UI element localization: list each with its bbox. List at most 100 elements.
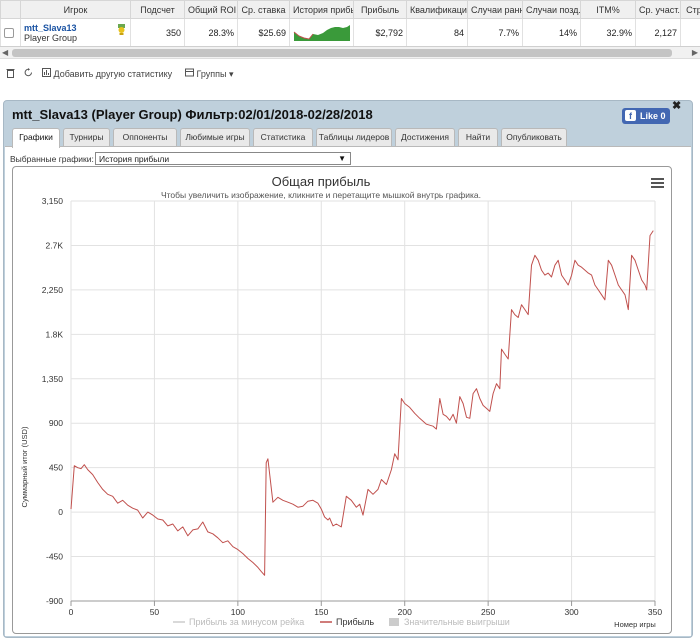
legend-item[interactable]: Значительные выигрыши <box>404 617 510 627</box>
qualification-cell: 84 <box>406 18 468 46</box>
like-label: Like 0 <box>640 111 666 121</box>
chart-grid <box>70 200 656 606</box>
stats-table: Игрок Подсчет Общий ROI Ср. ставка Истор… <box>0 0 700 47</box>
table-header-row: Игрок Подсчет Общий ROI Ср. ставка Истор… <box>0 0 700 19</box>
y-tick-label: 450 <box>49 463 63 473</box>
header-early[interactable]: Случаи ранних <box>467 0 523 19</box>
close-icon[interactable]: ✖ <box>672 99 681 112</box>
early-cell: 7.7% <box>467 18 523 46</box>
y-tick-label: 2.7K <box>46 240 64 250</box>
header-profit-history[interactable]: История прибыли <box>289 0 354 19</box>
profit-cell: $2,792 <box>353 18 407 46</box>
scroll-right-icon[interactable]: ▶ <box>692 48 698 57</box>
profit-sparkline-cell <box>289 18 354 46</box>
avg-stake-cell: $25.69 <box>237 18 290 46</box>
x-tick-label: 300 <box>564 607 578 617</box>
charts-select-value: История прибыли <box>99 154 170 164</box>
charts-select-label: Выбранные графики: <box>10 154 94 164</box>
add-stat-label: Добавить другую статистику <box>53 69 173 79</box>
y-tick-labels: 3,150 2.7K 2,250 1.8K 1,350 900 450 0 -450 -900 <box>42 196 64 606</box>
tab-achievements[interactable]: Достижения <box>395 128 455 146</box>
y-tick-label: 900 <box>49 418 63 428</box>
checkbox-icon[interactable] <box>4 27 14 38</box>
tab-leaderboards[interactable]: Таблицы лидеров <box>316 128 392 146</box>
panel-title: mtt_Slava13 (Player Group) Фильтр:02/01/… <box>12 107 373 122</box>
chevron-down-icon: ▾ <box>229 69 234 79</box>
scrollbar-thumb[interactable] <box>12 49 672 57</box>
x-tick-label: 0 <box>69 607 74 617</box>
tab-statistics[interactable]: Статистика <box>253 128 313 146</box>
header-count[interactable]: Подсчет <box>130 0 185 19</box>
tab-favorite-games[interactable]: Любимые игры <box>180 128 250 146</box>
charts-select[interactable]: История прибыли ▼ <box>95 152 351 165</box>
chart-icon <box>42 68 51 77</box>
row-select-cell <box>0 18 21 46</box>
header-avg-stake[interactable]: Ср. ставка <box>237 0 290 19</box>
player-cell: mtt_Slava13 Player Group <box>20 18 131 46</box>
y-tick-label: 1,350 <box>42 374 64 384</box>
tab-publish[interactable]: Опубликовать <box>501 128 567 146</box>
header-qualification[interactable]: Квалификация <box>406 0 468 19</box>
count-cell: 350 <box>130 18 185 46</box>
tab-opponents[interactable]: Оппоненты <box>113 128 177 146</box>
player-name-link[interactable]: mtt_Slava13 <box>24 23 77 33</box>
legend-item[interactable]: Прибыль за минусом рейка <box>189 617 304 627</box>
header-player[interactable]: Игрок <box>20 0 131 19</box>
groups-icon <box>185 68 194 77</box>
x-tick-label: 150 <box>314 607 328 617</box>
chart-series <box>70 230 654 576</box>
x-tick-label: 50 <box>150 607 160 617</box>
menu-icon[interactable] <box>651 178 664 188</box>
y-tick-label: 3,150 <box>42 196 64 206</box>
tab-tournaments[interactable]: Турниры <box>63 128 110 146</box>
tab-charts[interactable]: Графики <box>12 128 60 148</box>
scroll-left-icon[interactable]: ◀ <box>2 48 8 57</box>
header-select <box>0 0 21 19</box>
header-roi[interactable]: Общий ROI <box>184 0 238 19</box>
x-tick-label: 250 <box>481 607 495 617</box>
table-toolbar: Добавить другую статистику Группы ▾ <box>0 65 700 83</box>
facebook-icon: f <box>625 110 636 121</box>
late-cell: 14% <box>522 18 581 46</box>
chart-subtitle: Чтобы увеличить изображение, кликните и … <box>161 190 481 200</box>
header-late[interactable]: Случаи позд... <box>522 0 581 19</box>
tab-find[interactable]: Найти <box>458 128 498 146</box>
roi-cell: 28.3% <box>184 18 238 46</box>
y-tick-label: -450 <box>46 552 63 562</box>
itm-cell: 32.9% <box>580 18 636 46</box>
x-tick-labels: 0 50 100 150 200 250 300 350 <box>69 607 663 617</box>
x-tick-label: 350 <box>648 607 662 617</box>
horizontal-scrollbar[interactable]: ◀ ▶ <box>0 47 700 59</box>
profit-chart[interactable]: Общая прибыль Чтобы увеличить изображени… <box>13 167 671 633</box>
groups-label: Группы <box>196 69 227 79</box>
x-axis-label: Номер игры <box>614 620 656 629</box>
facebook-like-button[interactable]: f Like 0 <box>622 108 670 124</box>
profit-sparkline <box>293 24 350 41</box>
header-profit[interactable]: Прибыль <box>353 0 407 19</box>
trophy-icon <box>118 24 125 35</box>
header-avg-field[interactable]: Ср. участ... <box>635 0 681 19</box>
y-axis-label: Суммарный итог (USD) <box>20 426 29 507</box>
groups-button[interactable]: Группы ▾ <box>185 68 234 80</box>
legend-item[interactable]: Прибыль <box>336 617 374 627</box>
chart-legend: Прибыль за минусом рейка Прибыль Значитель… <box>173 617 510 627</box>
chart-title: Общая прибыль <box>272 174 371 189</box>
chevron-down-icon: ▼ <box>338 154 346 163</box>
table-row: mtt_Slava13 Player Group 350 28.3% $25.6… <box>0 18 700 46</box>
y-tick-label: 1.8K <box>46 329 64 339</box>
refresh-icon[interactable] <box>24 68 33 80</box>
header-extra[interactable]: Стра <box>680 0 700 19</box>
add-stat-button[interactable]: Добавить другую статистику <box>42 68 172 79</box>
y-tick-label: 2,250 <box>42 285 64 295</box>
trash-icon[interactable] <box>6 68 15 80</box>
x-tick-label: 200 <box>398 607 412 617</box>
y-tick-label: -900 <box>46 596 63 606</box>
x-tick-label: 100 <box>231 607 245 617</box>
profit-line[interactable] <box>70 230 654 576</box>
player-group: Player Group <box>24 32 78 43</box>
avg-field-cell: 2,127 <box>635 18 681 46</box>
legend-symbol[interactable] <box>389 618 399 626</box>
header-itm[interactable]: ITM% <box>580 0 636 19</box>
chart-container[interactable]: Общая прибыль Чтобы увеличить изображени… <box>12 166 672 634</box>
extra-cell <box>680 18 700 46</box>
